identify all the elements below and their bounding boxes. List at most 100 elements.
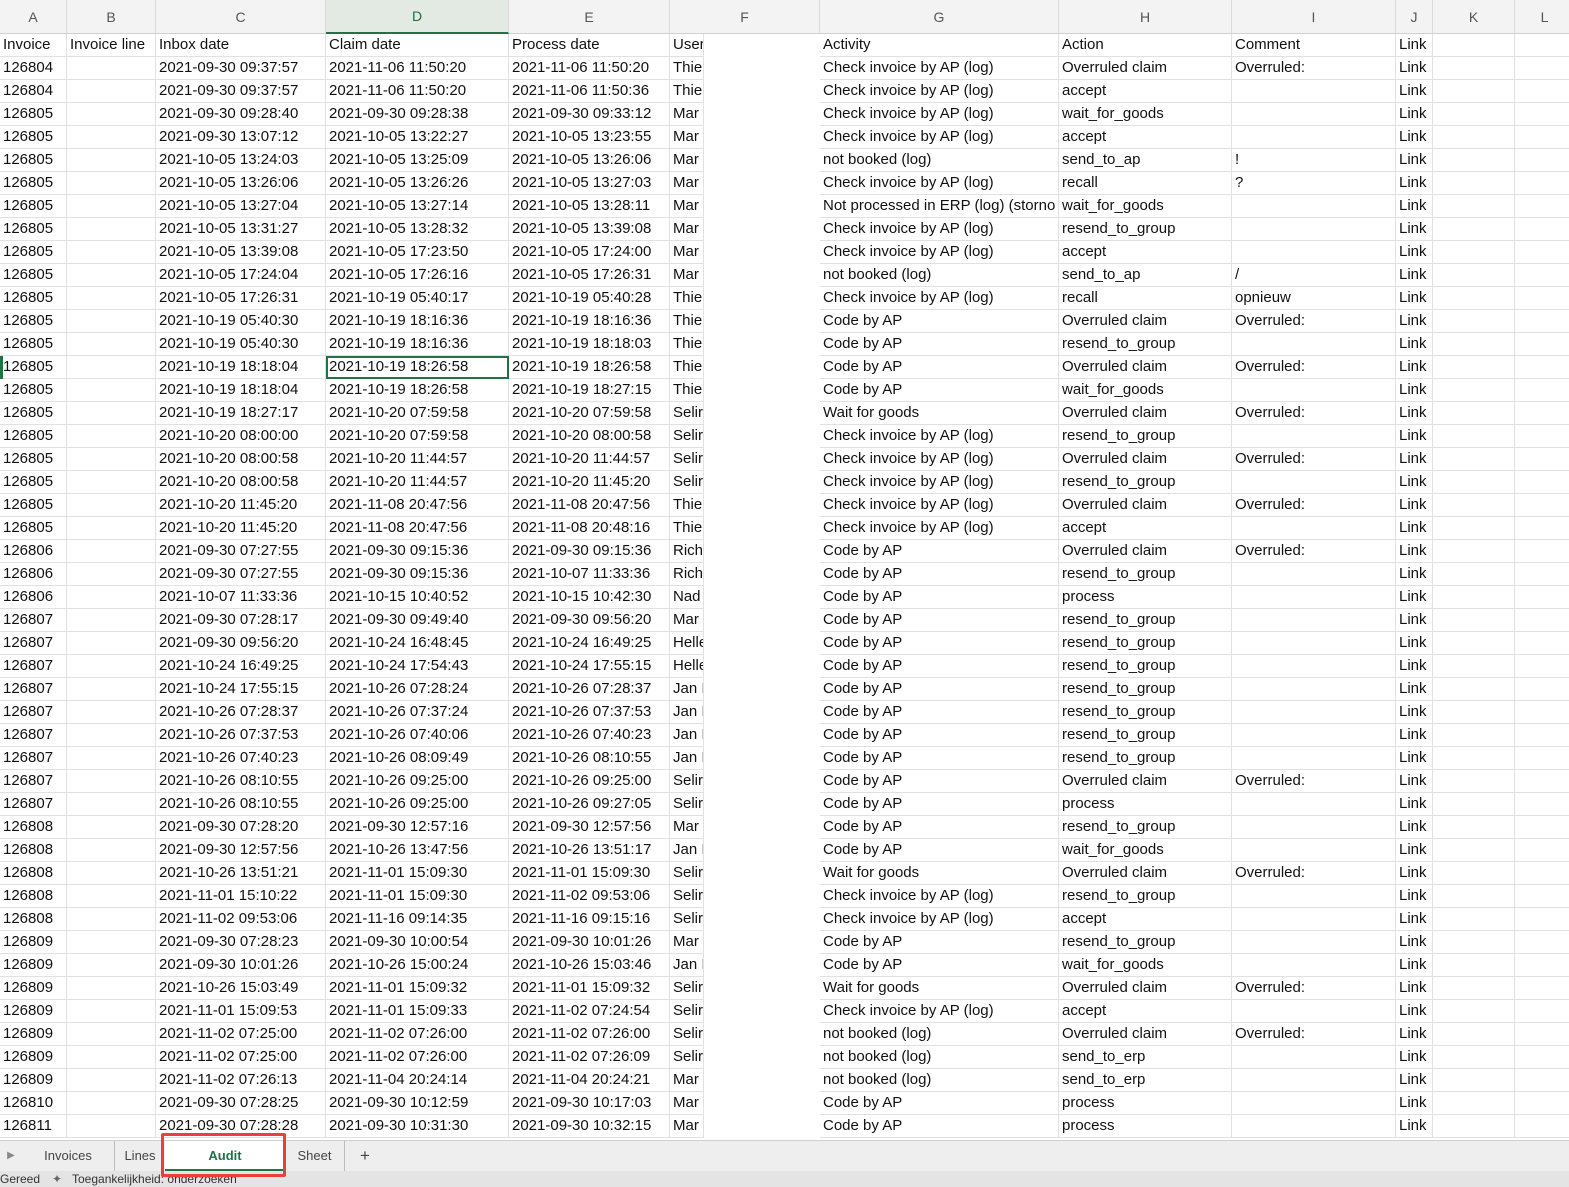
link-cell[interactable]: Link <box>1396 172 1433 195</box>
table-cell[interactable]: 2021-10-20 08:00:58 <box>156 471 326 494</box>
table-cell[interactable] <box>1232 379 1396 402</box>
table-cell[interactable]: Code by AP <box>820 839 1059 862</box>
empty-cell[interactable] <box>1515 402 1569 425</box>
table-cell[interactable]: 126805 <box>0 287 67 310</box>
table-cell[interactable]: Overruled claim <box>1059 402 1232 425</box>
empty-cell[interactable] <box>1515 770 1569 793</box>
empty-cell[interactable] <box>1433 770 1515 793</box>
table-cell[interactable]: 2021-10-05 17:26:31 <box>156 287 326 310</box>
empty-cell[interactable] <box>1433 862 1515 885</box>
header-cell-h[interactable]: Action <box>1059 34 1232 57</box>
table-cell[interactable] <box>1232 839 1396 862</box>
table-cell[interactable]: 2021-10-20 11:44:57 <box>326 448 509 471</box>
table-cell[interactable]: 2021-10-26 07:28:37 <box>509 678 670 701</box>
link-cell[interactable]: Link <box>1396 563 1433 586</box>
table-cell[interactable]: wait_for_goods <box>1059 195 1232 218</box>
link-cell[interactable]: Link <box>1396 264 1433 287</box>
table-cell[interactable]: resend_to_group <box>1059 747 1232 770</box>
link-cell[interactable]: Link <box>1396 885 1433 908</box>
table-cell[interactable]: 126809 <box>0 1046 67 1069</box>
table-cell[interactable] <box>67 103 156 126</box>
table-cell[interactable]: 126807 <box>0 724 67 747</box>
empty-cell[interactable] <box>1515 1000 1569 1023</box>
table-cell[interactable]: 126807 <box>0 701 67 724</box>
table-cell[interactable]: 2021-11-01 15:09:30 <box>326 862 509 885</box>
table-cell[interactable]: 126805 <box>0 218 67 241</box>
table-cell[interactable]: Check invoice by AP (log) <box>820 218 1059 241</box>
link-cell[interactable]: Link <box>1396 379 1433 402</box>
table-cell[interactable]: Check invoice by AP (log) <box>820 448 1059 471</box>
table-cell[interactable]: 2021-09-30 09:15:36 <box>326 563 509 586</box>
table-cell[interactable]: 2021-09-30 10:01:26 <box>156 954 326 977</box>
table-cell[interactable]: 126807 <box>0 655 67 678</box>
empty-cell[interactable] <box>1515 563 1569 586</box>
table-cell[interactable] <box>67 310 156 333</box>
table-cell[interactable]: 2021-10-15 10:40:52 <box>326 586 509 609</box>
empty-cell[interactable] <box>1515 103 1569 126</box>
table-cell[interactable]: Mar <box>670 103 704 126</box>
table-cell[interactable] <box>1232 195 1396 218</box>
empty-cell[interactable] <box>1433 977 1515 1000</box>
link-cell[interactable]: Link <box>1396 471 1433 494</box>
empty-cell[interactable] <box>1515 287 1569 310</box>
table-cell[interactable] <box>67 1000 156 1023</box>
table-cell[interactable] <box>1232 517 1396 540</box>
table-cell[interactable]: Code by AP <box>820 816 1059 839</box>
empty-cell[interactable] <box>1515 425 1569 448</box>
table-cell[interactable]: 2021-10-24 16:49:25 <box>509 632 670 655</box>
table-cell[interactable]: 2021-11-08 20:47:56 <box>326 517 509 540</box>
add-sheet-button[interactable]: + <box>350 1141 380 1171</box>
table-cell[interactable]: Selir <box>670 425 704 448</box>
empty-cell[interactable] <box>1433 747 1515 770</box>
empty-cell[interactable] <box>1515 310 1569 333</box>
table-cell[interactable] <box>1232 563 1396 586</box>
table-cell[interactable]: Code by AP <box>820 609 1059 632</box>
empty-cell[interactable] <box>1433 908 1515 931</box>
table-cell[interactable]: 2021-10-26 09:25:00 <box>326 770 509 793</box>
link-cell[interactable]: Link <box>1396 977 1433 1000</box>
table-cell[interactable] <box>67 264 156 287</box>
table-cell[interactable] <box>67 425 156 448</box>
table-cell[interactable]: resend_to_group <box>1059 471 1232 494</box>
table-cell[interactable] <box>67 195 156 218</box>
link-cell[interactable]: Link <box>1396 609 1433 632</box>
sheet-tab-invoices[interactable]: Invoices <box>22 1141 115 1171</box>
table-cell[interactable]: 2021-11-08 20:48:16 <box>509 517 670 540</box>
table-cell[interactable] <box>1232 471 1396 494</box>
link-cell[interactable]: Link <box>1396 425 1433 448</box>
empty-cell[interactable] <box>1515 701 1569 724</box>
header-cell-d[interactable]: Claim date <box>326 34 509 57</box>
link-cell[interactable]: Link <box>1396 793 1433 816</box>
empty-cell[interactable] <box>1433 655 1515 678</box>
table-cell[interactable]: 2021-10-26 07:40:23 <box>156 747 326 770</box>
table-cell[interactable]: 2021-10-26 15:03:46 <box>509 954 670 977</box>
table-cell[interactable]: Code by AP <box>820 632 1059 655</box>
table-cell[interactable]: resend_to_group <box>1059 678 1232 701</box>
empty-cell[interactable] <box>1433 494 1515 517</box>
table-cell[interactable]: Overruled: <box>1232 1023 1396 1046</box>
table-cell[interactable]: 2021-11-02 07:26:13 <box>156 1069 326 1092</box>
table-cell[interactable]: Mar <box>670 264 704 287</box>
empty-cell[interactable] <box>1433 885 1515 908</box>
table-cell[interactable]: Code by AP <box>820 931 1059 954</box>
empty-cell[interactable] <box>1433 264 1515 287</box>
table-cell[interactable]: 2021-11-02 07:25:00 <box>156 1046 326 1069</box>
table-cell[interactable]: Mar <box>670 609 704 632</box>
table-cell[interactable]: 2021-10-05 13:39:08 <box>156 241 326 264</box>
table-cell[interactable]: 126808 <box>0 816 67 839</box>
table-cell[interactable]: 2021-10-24 17:55:15 <box>509 655 670 678</box>
table-cell[interactable]: Overruled claim <box>1059 494 1232 517</box>
empty-cell[interactable] <box>1433 448 1515 471</box>
link-cell[interactable]: Link <box>1396 402 1433 425</box>
table-cell[interactable]: 2021-11-08 20:47:56 <box>509 494 670 517</box>
link-cell[interactable]: Link <box>1396 103 1433 126</box>
table-cell[interactable] <box>67 402 156 425</box>
table-cell[interactable] <box>67 218 156 241</box>
table-cell[interactable]: process <box>1059 1115 1232 1138</box>
empty-cell[interactable] <box>1433 1115 1515 1138</box>
table-cell[interactable]: 2021-10-05 17:26:16 <box>326 264 509 287</box>
table-cell[interactable]: 2021-09-30 09:33:12 <box>509 103 670 126</box>
table-cell[interactable]: 2021-10-24 17:55:15 <box>156 678 326 701</box>
table-cell[interactable]: accept <box>1059 517 1232 540</box>
table-cell[interactable] <box>67 747 156 770</box>
